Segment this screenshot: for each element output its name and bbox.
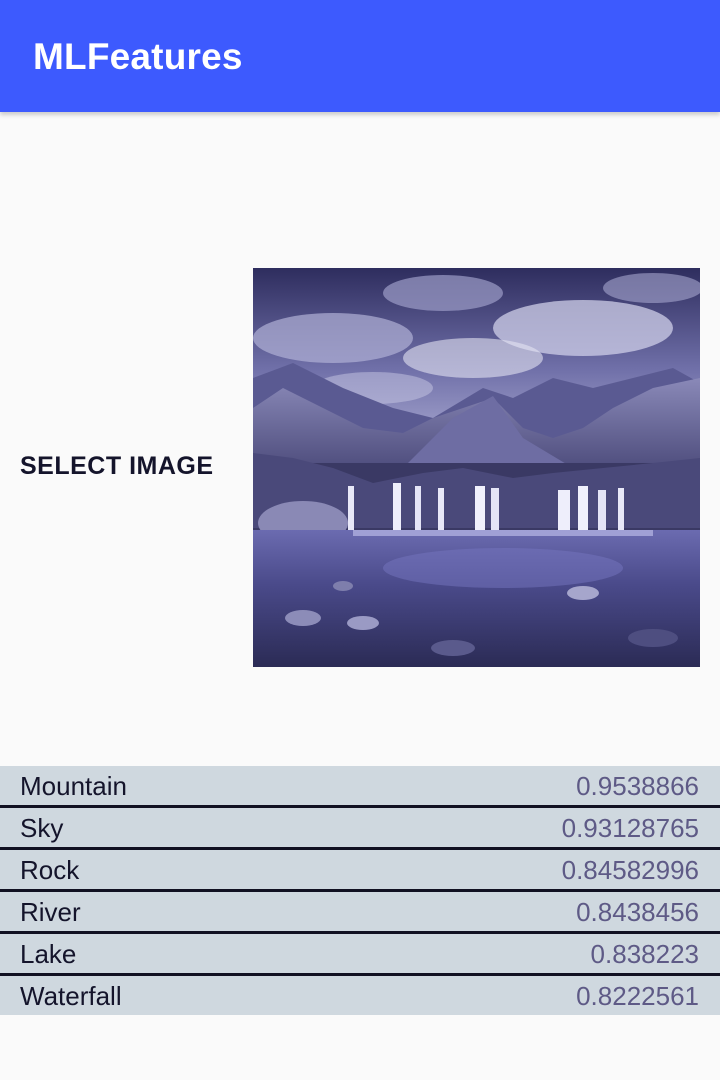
result-score: 0.8222561 [576, 981, 699, 1011]
result-label: Mountain [20, 771, 127, 801]
app-bar: MLFeatures [0, 0, 720, 112]
list-item: Sky 0.93128765 [0, 808, 720, 850]
result-score: 0.9538866 [576, 771, 699, 801]
app-title: MLFeatures [33, 36, 243, 77]
result-label: Rock [20, 855, 80, 885]
result-label: Waterfall [20, 981, 122, 1011]
result-label: River [20, 897, 81, 927]
result-score: 0.838223 [590, 939, 699, 969]
result-label: Sky [20, 813, 64, 843]
landscape-photo-icon [253, 268, 700, 667]
result-score: 0.8438456 [576, 897, 699, 927]
label-results-list: Mountain 0.9538866 Sky 0.93128765 Rock 0… [0, 766, 720, 1015]
list-item: Lake 0.838223 [0, 934, 720, 976]
list-item: Mountain 0.9538866 [0, 766, 720, 808]
select-image-button[interactable]: SELECT IMAGE [20, 452, 214, 481]
list-item: Waterfall 0.8222561 [0, 976, 720, 1015]
list-item: River 0.8438456 [0, 892, 720, 934]
result-label: Lake [20, 939, 77, 969]
list-item: Rock 0.84582996 [0, 850, 720, 892]
selected-image [253, 268, 700, 667]
result-score: 0.93128765 [561, 813, 699, 843]
result-score: 0.84582996 [561, 855, 699, 885]
